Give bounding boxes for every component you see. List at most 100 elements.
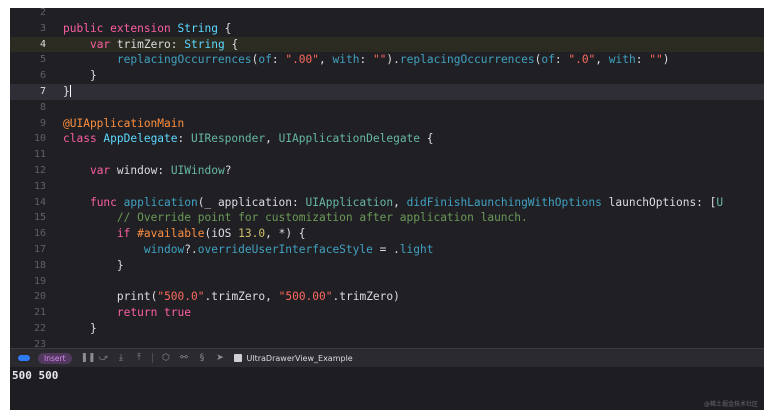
code-line[interactable]: 15 // Override point for customization a… <box>10 210 764 226</box>
code-line[interactable]: 23 <box>10 337 764 348</box>
target-label[interactable]: UltraDrawerView_Example <box>247 354 353 363</box>
code-line[interactable]: 19 <box>10 274 764 290</box>
code-token: class <box>63 132 104 146</box>
code-token: String <box>184 37 225 51</box>
code-text: } <box>63 84 71 100</box>
step-into-icon[interactable]: ⤓ <box>117 353 126 363</box>
code-text: var trimZero: String { <box>63 37 238 53</box>
text-cursor <box>69 85 71 97</box>
code-token: return <box>116 306 165 320</box>
target-icon <box>233 354 242 362</box>
code-line[interactable]: 8 <box>10 100 764 116</box>
code-token: , <box>595 53 609 67</box>
code-token: window <box>116 164 158 177</box>
code-token: AppDelegate <box>103 132 178 146</box>
line-number: 22 <box>33 323 46 334</box>
code-line[interactable]: 11 <box>10 147 764 163</box>
code-token: String <box>177 21 218 35</box>
line-number: 15 <box>33 212 46 224</box>
line-number: 7 <box>39 86 46 97</box>
code-token: var <box>89 164 117 177</box>
code-token: @UIApplicationMain <box>63 116 185 130</box>
code-token: { <box>217 21 232 35</box>
line-number: 9 <box>39 117 46 129</box>
code-token: "" <box>372 53 387 67</box>
code-token: ".00" <box>285 53 320 67</box>
code-line[interactable]: 22 } <box>10 321 764 337</box>
console-area[interactable]: 500 500 @稀土掘金技术社区 <box>10 367 764 410</box>
code-token: with <box>608 53 636 67</box>
code-token: ?. <box>184 243 198 256</box>
view-debugger-icon[interactable]: ⬡ <box>162 353 171 363</box>
line-number: 6 <box>39 70 46 82</box>
code-line[interactable]: 9 @UIApplicationMain <box>10 116 764 132</box>
code-token: overrideUserInterfaceStyle <box>197 243 373 256</box>
code-editor[interactable]: 2 3 public extension String {4 var trimZer… <box>10 8 764 348</box>
code-token: : <box>177 132 191 146</box>
code-line[interactable]: 7} <box>10 84 764 100</box>
environment-icon[interactable]: § <box>198 353 207 363</box>
code-line[interactable]: 13 <box>10 179 764 195</box>
code-token: #available <box>137 227 205 241</box>
code-token: 13.0 <box>238 227 266 241</box>
code-token: with <box>332 53 360 67</box>
code-line[interactable]: 4 var trimZero: String { <box>10 36 764 53</box>
code-line[interactable]: 17 window?.overrideUserInterfaceStyle = … <box>10 242 764 258</box>
code-token: : <box>554 53 569 67</box>
code-token: ) <box>662 53 670 67</box>
code-token: : <box>635 53 650 67</box>
code-line[interactable]: 6 } <box>10 68 764 84</box>
code-text: return true <box>63 305 191 321</box>
line-number: 5 <box>39 54 46 66</box>
code-token: trimZero <box>339 290 394 304</box>
line-number: 10 <box>33 133 46 145</box>
code-line[interactable]: 12 var window: UIWindow? <box>10 163 764 179</box>
code-line[interactable]: 21 return true <box>10 305 764 321</box>
step-over-icon[interactable]: ⤻ <box>99 353 109 363</box>
code-token: U <box>716 195 724 209</box>
location-icon[interactable]: ➤ <box>216 353 225 363</box>
line-number: 13 <box>33 180 46 192</box>
code-token: UIResponder <box>191 132 266 146</box>
code-token: (_ application: <box>197 195 306 209</box>
code-token: window <box>143 243 185 256</box>
code-line[interactable]: 14 func application(_ application: UIApp… <box>10 195 764 211</box>
code-token: launchOptions: [ <box>601 195 717 209</box>
code-token: (iOS <box>204 227 239 241</box>
insert-mode-badge: Insert <box>38 352 72 364</box>
code-line[interactable]: 3 public extension String { <box>10 21 764 37</box>
code-token: application <box>123 195 198 209</box>
code-token: func <box>89 195 124 209</box>
debug-area-toggle-icon[interactable] <box>18 355 30 361</box>
step-out-icon[interactable]: ⤒ <box>135 353 144 363</box>
line-number: 18 <box>33 259 46 271</box>
code-token: , <box>319 53 333 67</box>
line-number: 12 <box>33 165 46 176</box>
line-number: 19 <box>33 275 46 287</box>
code-token: UIWindow <box>170 164 225 177</box>
code-token: replacingOccurrences <box>116 53 252 67</box>
xcode-window: 2 3 public extension String {4 var trimZer… <box>10 8 764 410</box>
code-text: public extension String { <box>63 21 231 37</box>
code-token: UIApplication <box>305 195 394 209</box>
memory-graph-icon[interactable]: ⚯ <box>180 353 189 363</box>
code-line[interactable]: 2 <box>10 8 764 21</box>
code-line[interactable]: 16 if #available(iOS 13.0, *) { <box>10 226 764 242</box>
code-token: "" <box>649 53 663 67</box>
code-line[interactable]: 20 print("500.0".trimZero, "500.00".trim… <box>10 289 764 305</box>
code-line[interactable]: 18 } <box>10 258 764 274</box>
code-token: : <box>157 164 171 177</box>
code-token: UIApplicationDelegate <box>278 132 421 146</box>
watermark: @稀土掘金技术社区 <box>703 401 758 408</box>
code-token: , <box>265 132 279 146</box>
code-line[interactable]: 5 replacingOccurrences(of: ".00", with: … <box>10 52 764 68</box>
pause-icon[interactable]: ❚❚ <box>81 353 96 363</box>
code-line[interactable]: 10 class AppDelegate: UIResponder, UIAppl… <box>10 131 764 147</box>
code-token: "500.00" <box>278 290 333 304</box>
line-number: 3 <box>39 22 46 34</box>
